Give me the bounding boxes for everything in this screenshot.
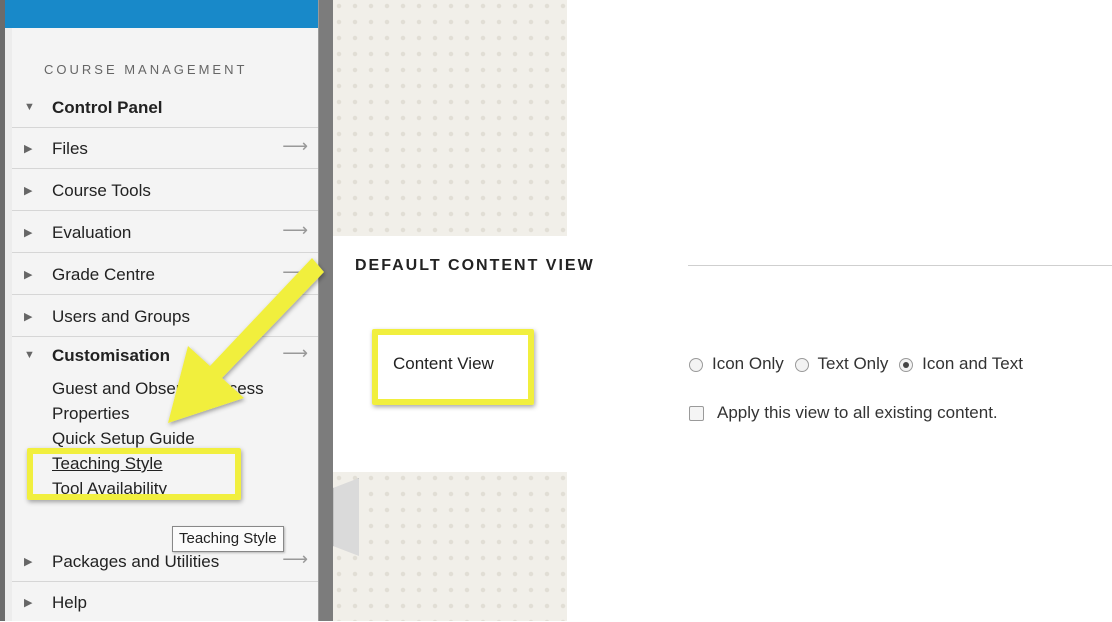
control-panel-header[interactable]: ▼ Control Panel (12, 87, 318, 128)
triangle-right-icon: ▶ (24, 185, 33, 197)
teaching-style-tooltip: Teaching Style (172, 526, 284, 552)
content-view-radio-group: Icon Only Text Only Icon and Text (689, 354, 1029, 376)
triangle-down-icon: ▼ (24, 101, 35, 113)
teaching-style-highlight (27, 448, 241, 500)
background-pattern (333, 0, 567, 236)
sidebar-item-label: Help (52, 593, 87, 612)
triangle-right-icon: ▶ (24, 597, 33, 609)
radio-button-selected[interactable] (899, 358, 914, 372)
arrow-right-icon[interactable]: ⟶ (282, 549, 308, 570)
radio-icon-only[interactable]: Icon Only (689, 354, 784, 374)
sidebar-item-evaluation[interactable]: ▶ Evaluation ⟶ (12, 212, 318, 253)
collapse-tab[interactable] (333, 478, 359, 556)
control-panel-label: Control Panel (52, 98, 163, 117)
arrow-right-icon[interactable]: ⟶ (282, 262, 308, 283)
apply-to-all-checkbox-row[interactable]: Apply this view to all existing content. (689, 403, 998, 423)
course-management-heading: COURSE MANAGEMENT (44, 62, 248, 77)
sidebar-item-label: Customisation (52, 346, 171, 365)
radio-button[interactable] (689, 358, 703, 372)
radio-label: Icon Only (712, 354, 784, 373)
sidebar-item-label: Grade Centre (52, 265, 155, 284)
triangle-right-icon: ▶ (24, 143, 33, 155)
section-divider (688, 265, 1112, 266)
sidebar-item-grade-centre[interactable]: ▶ Grade Centre ⟶ (12, 254, 318, 295)
radio-button[interactable] (794, 358, 809, 372)
triangle-right-icon: ▶ (24, 311, 33, 323)
properties-link[interactable]: Properties (52, 401, 264, 426)
radio-label: Icon and Text (922, 354, 1023, 373)
sidebar-item-files[interactable]: ▶ Files ⟶ (12, 128, 318, 169)
background-pattern (333, 472, 567, 621)
sidebar-item-course-tools[interactable]: ▶ Course Tools (12, 170, 318, 211)
arrow-right-icon[interactable]: ⟶ (282, 220, 308, 241)
sidebar-item-help[interactable]: ▶ Help (12, 582, 318, 622)
triangle-right-icon: ▶ (24, 556, 33, 568)
sidebar-item-label: Evaluation (52, 223, 132, 242)
sidebar-item-users-and-groups[interactable]: ▶ Users and Groups (12, 296, 318, 337)
guest-observer-access-link[interactable]: Guest and Observer Access (52, 376, 264, 401)
triangle-right-icon: ▶ (24, 227, 33, 239)
apply-to-all-checkbox[interactable] (689, 405, 704, 421)
sidebar-item-label: Course Tools (52, 181, 151, 200)
arrow-right-icon[interactable]: ⟶ (282, 136, 308, 157)
radio-label: Text Only (817, 354, 889, 373)
radio-text-only[interactable]: Text Only (794, 354, 889, 374)
checkbox-label: Apply this view to all existing content. (717, 403, 998, 422)
sidebar-top-bar (5, 0, 318, 28)
sidebar-resize-gutter[interactable] (318, 0, 333, 621)
radio-icon-and-text[interactable]: Icon and Text (899, 354, 1023, 374)
triangle-down-icon: ▼ (24, 349, 35, 361)
sidebar-item-label: Packages and Utilities (52, 552, 220, 571)
content-view-highlight (372, 329, 534, 405)
sidebar-item-label: Users and Groups (52, 307, 190, 326)
triangle-right-icon: ▶ (24, 269, 33, 281)
sidebar-item-label: Files (52, 139, 88, 158)
sidebar-item-customisation[interactable]: ▼ Customisation ⟶ (12, 335, 318, 371)
default-content-view-title: DEFAULT CONTENT VIEW (355, 257, 595, 274)
arrow-right-icon[interactable]: ⟶ (282, 343, 308, 364)
